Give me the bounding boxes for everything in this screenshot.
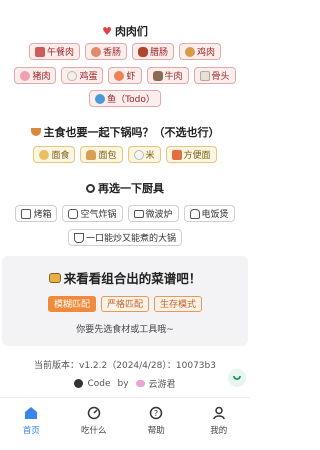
meat-chip-fish[interactable]: 鱼（Todo） — [89, 90, 161, 107]
staple-chip-rice[interactable]: 米 — [127, 146, 161, 163]
meat-chip-sausage[interactable]: 香肠 — [84, 43, 127, 60]
meat-section-title: ♥ 肉肉们 — [102, 24, 148, 39]
app-page: ♥ 肉肉们 午餐肉 香肠 腊肠 鸡肉 猪肉 鸡蛋 虾 牛肉 骨头 鱼（Todo）… — [0, 0, 250, 450]
oven-icon — [21, 208, 32, 219]
magnifier-icon — [86, 183, 95, 193]
tab-home[interactable]: 首页 — [0, 398, 63, 450]
mode-strict-button[interactable]: 严格匹配 — [100, 296, 149, 312]
svg-text:?: ? — [154, 409, 158, 418]
cow-icon — [152, 70, 163, 81]
tool-chip-air-fryer[interactable]: 空气炸锅 — [62, 205, 123, 222]
shrimp-icon — [114, 70, 125, 81]
meat-chip-egg[interactable]: 鸡蛋 — [61, 67, 104, 84]
bottom-tab-bar: 首页 吃什么 ? 帮助 我的 — [0, 397, 250, 450]
tab-what-to-eat[interactable]: 吃什么 — [63, 398, 126, 450]
cured-sausage-icon — [138, 46, 148, 57]
floating-toggle-button[interactable] — [228, 369, 246, 387]
instant-noodles-icon — [171, 149, 182, 160]
rice-bowl-icon — [30, 128, 41, 136]
chevron-down-icon — [233, 376, 241, 380]
meat-chip-luncheon[interactable]: 午餐肉 — [28, 43, 80, 60]
staple-chip-instant-noodles[interactable]: 方便面 — [165, 146, 217, 163]
code-by-line: Code by 云游君 — [0, 377, 250, 390]
chicken-icon — [185, 46, 196, 57]
tools-section-title: 再选一下厨具 — [0, 180, 250, 196]
meat-row-2: 猪肉 鸡蛋 虾 牛肉 骨头 — [6, 67, 244, 84]
match-mode-group: 模糊匹配 严格匹配 生存模式 — [2, 296, 248, 312]
meat-chip-chicken[interactable]: 鸡肉 — [179, 43, 222, 60]
mode-fuzzy-button[interactable]: 模糊匹配 — [47, 296, 96, 312]
version-info: 当前版本：v1.2.2（2024/4/28）：10073b3 — [34, 361, 216, 371]
staple-row: 面食 面包 米 方便面 — [6, 146, 244, 163]
tools-row-2: 一口能炒又能煮的大锅 — [6, 229, 244, 246]
author-link[interactable]: 云游君 — [149, 377, 176, 390]
meat-chip-cured-sausage[interactable]: 腊肠 — [132, 43, 175, 60]
staple-chip-noodles[interactable]: 面食 — [33, 146, 76, 163]
staple-chip-bread[interactable]: 面包 — [80, 146, 123, 163]
tool-chip-oven[interactable]: 烤箱 — [15, 205, 58, 222]
github-icon[interactable] — [74, 379, 84, 388]
meat-row-3: 鱼（Todo） — [6, 90, 244, 107]
meat-row-1: 午餐肉 香肠 腊肠 鸡肉 — [6, 43, 244, 60]
home-icon — [25, 407, 38, 419]
pig-icon — [20, 70, 31, 81]
tool-chip-rice-cooker[interactable]: 电饭煲 — [183, 205, 235, 222]
meat-chip-shrimp[interactable]: 虾 — [108, 67, 142, 84]
microwave-icon — [133, 209, 144, 218]
user-icon — [213, 406, 225, 420]
tab-profile[interactable]: 我的 — [188, 398, 251, 450]
staple-section-title: 主食也要一起下锅吗？（不选也行） — [0, 124, 250, 140]
noodles-icon — [39, 149, 50, 160]
combo-hint: 你要先选食材或工具哦~ — [76, 325, 174, 335]
bread-icon — [86, 149, 97, 160]
tool-chip-microwave[interactable]: 微波炉 — [127, 205, 179, 222]
meat-chip-pork[interactable]: 猪肉 — [14, 67, 57, 84]
mode-survival-button[interactable]: 生存模式 — [154, 296, 203, 312]
rice-cooker-icon — [189, 208, 200, 219]
egg-icon — [67, 70, 78, 81]
meat-chip-beef[interactable]: 牛肉 — [146, 67, 189, 84]
sausage-icon — [90, 46, 101, 57]
air-fryer-icon — [68, 208, 79, 219]
luncheon-meat-icon — [34, 46, 45, 57]
help-icon: ? — [150, 406, 163, 420]
rice-icon — [133, 149, 144, 160]
lunchbox-icon — [48, 272, 61, 283]
fish-icon — [95, 93, 106, 104]
cloud-avatar-icon — [135, 380, 145, 387]
tools-row: 烤箱 空气炸锅 微波炉 电饭煲 — [6, 205, 244, 222]
bone-icon — [199, 70, 210, 81]
gauge-icon — [87, 406, 100, 420]
meat-heart-icon: ♥ — [102, 24, 112, 38]
tool-chip-wok[interactable]: 一口能炒又能煮的大锅 — [67, 229, 182, 246]
pot-icon — [73, 232, 84, 243]
recipe-combo-card: 来看看组合出的菜谱吧！ 模糊匹配 严格匹配 生存模式 你要先选食材或工具哦~ — [2, 256, 248, 346]
tab-help[interactable]: ? 帮助 — [125, 398, 188, 450]
meat-chip-bone[interactable]: 骨头 — [193, 67, 236, 84]
combo-title: 来看看组合出的菜谱吧！ — [2, 268, 248, 287]
